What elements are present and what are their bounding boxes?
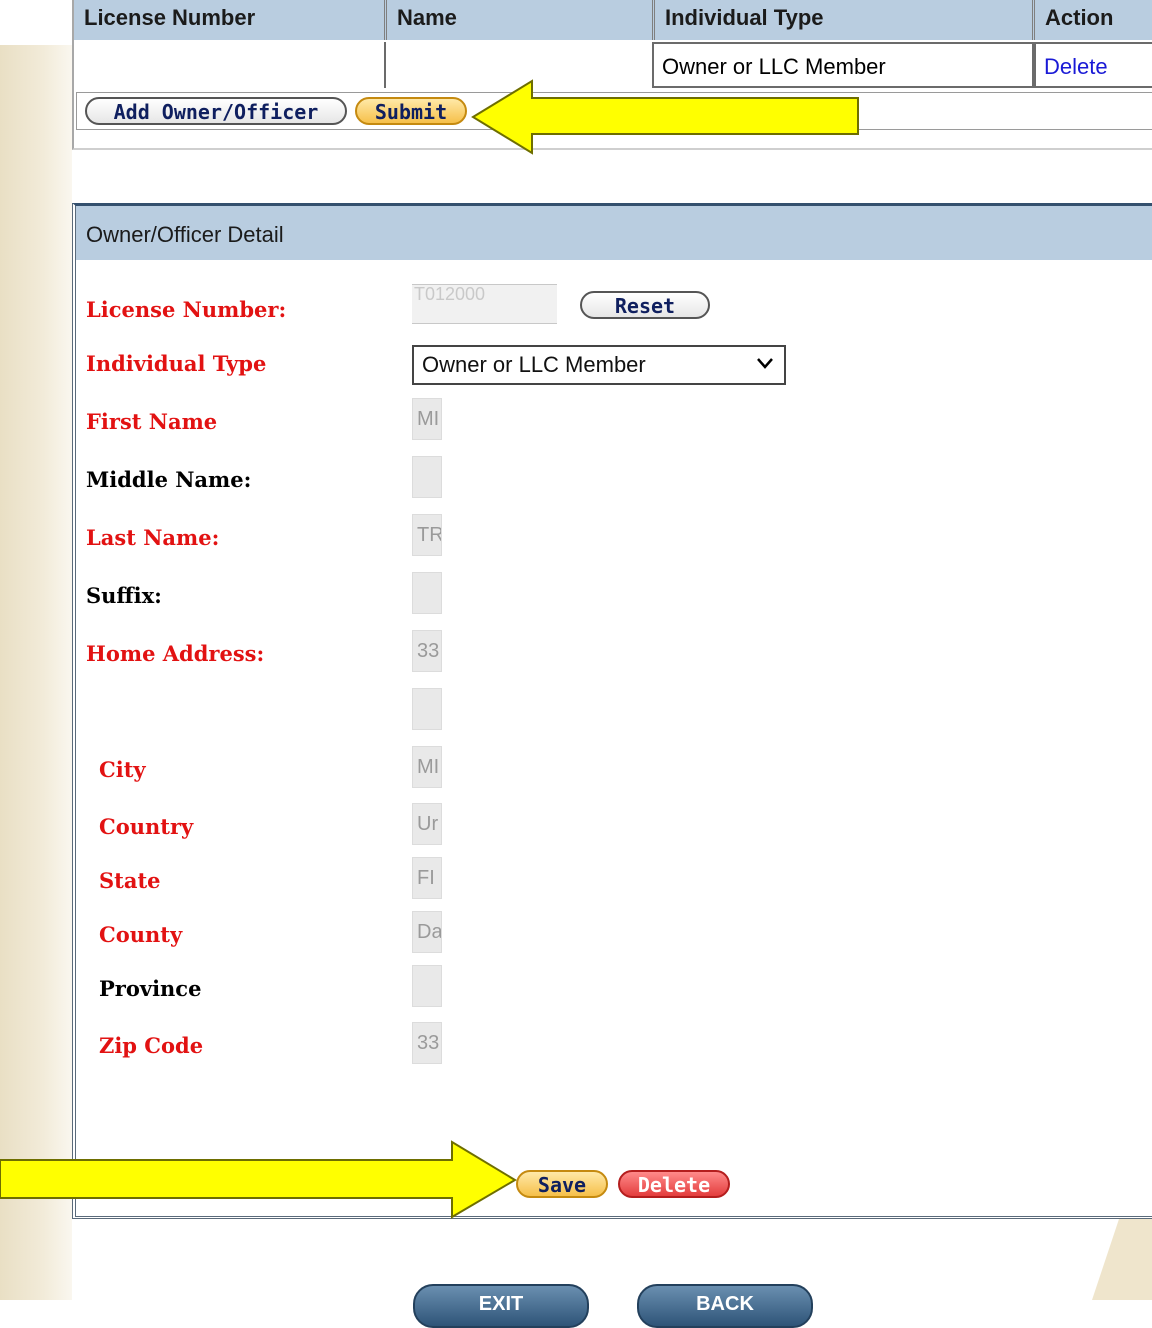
cell-license-number bbox=[74, 42, 384, 88]
first-name-label: First Name bbox=[86, 409, 218, 434]
reset-button[interactable]: Reset bbox=[580, 291, 710, 319]
home-address-line2-field[interactable] bbox=[412, 688, 442, 730]
back-button[interactable]: BACK bbox=[637, 1284, 813, 1328]
county-label: County bbox=[99, 922, 183, 947]
province-field[interactable] bbox=[412, 965, 442, 1007]
middle-name-field[interactable] bbox=[412, 456, 442, 498]
arrow-left-icon bbox=[471, 79, 859, 155]
delete-row-link[interactable]: Delete bbox=[1044, 54, 1108, 79]
exit-button[interactable]: EXIT bbox=[413, 1284, 589, 1328]
city-field[interactable]: MI bbox=[412, 746, 442, 788]
suffix-field[interactable] bbox=[412, 572, 442, 614]
country-field[interactable]: Ur bbox=[412, 803, 442, 845]
submit-button[interactable]: Submit bbox=[355, 97, 467, 125]
state-label: State bbox=[99, 868, 161, 893]
county-field[interactable]: Da bbox=[412, 911, 442, 953]
page-corner bbox=[0, 0, 72, 45]
delete-button[interactable]: Delete bbox=[618, 1170, 730, 1198]
license-number-field[interactable]: T012000 bbox=[412, 284, 557, 324]
state-field[interactable]: FI bbox=[412, 857, 442, 899]
province-label: Province bbox=[99, 976, 202, 1001]
col-header-individual-type: Individual Type bbox=[652, 0, 1032, 40]
zip-code-label: Zip Code bbox=[99, 1033, 204, 1058]
owner-officer-detail-panel: Owner/Officer Detail License Number: T01… bbox=[72, 203, 1152, 1219]
individual-type-select[interactable]: Owner or LLC Member bbox=[412, 345, 786, 385]
page-background-left bbox=[0, 0, 72, 1300]
col-header-license-number: License Number bbox=[74, 0, 384, 40]
middle-name-label: Middle Name: bbox=[86, 467, 252, 492]
col-header-action: Action bbox=[1032, 0, 1152, 40]
last-name-field[interactable]: TR bbox=[412, 514, 442, 556]
country-label: Country bbox=[99, 814, 194, 839]
individual-type-value: Owner or LLC Member bbox=[422, 352, 646, 377]
cell-action: Delete bbox=[1034, 42, 1152, 88]
add-owner-officer-button[interactable]: Add Owner/Officer bbox=[85, 97, 347, 125]
suffix-label: Suffix: bbox=[86, 583, 162, 608]
first-name-field[interactable]: MI bbox=[412, 398, 442, 440]
col-header-name: Name bbox=[384, 0, 652, 40]
save-button[interactable]: Save bbox=[516, 1170, 608, 1198]
home-address-label: Home Address: bbox=[86, 641, 265, 666]
city-label: City bbox=[99, 757, 146, 782]
zip-code-field[interactable]: 33 bbox=[412, 1022, 442, 1064]
detail-title: Owner/Officer Detail bbox=[76, 206, 1152, 260]
last-name-label: Last Name: bbox=[86, 525, 220, 550]
individual-type-label: Individual Type bbox=[86, 351, 267, 376]
arrow-right-icon bbox=[0, 1140, 517, 1219]
chevron-down-icon bbox=[756, 346, 774, 393]
home-address-line1-field[interactable]: 33 bbox=[412, 630, 442, 672]
license-number-label: License Number: bbox=[86, 297, 287, 322]
